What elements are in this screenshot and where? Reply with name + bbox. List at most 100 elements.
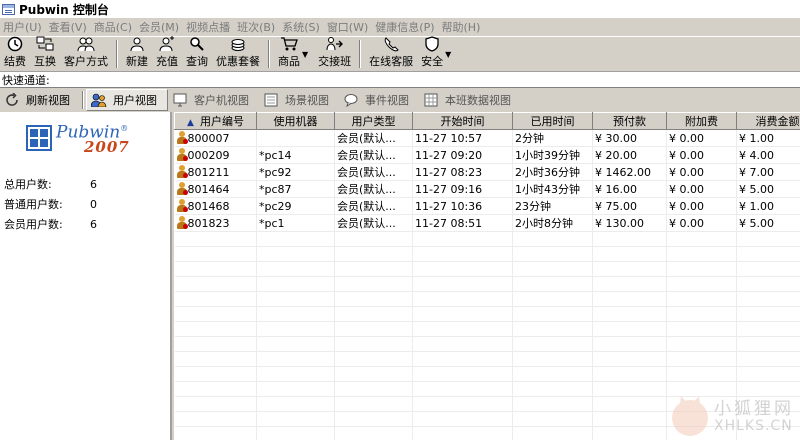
member-user-icon	[176, 165, 188, 178]
query-button[interactable]: 查询	[182, 37, 212, 71]
stat-value: 6	[90, 217, 97, 231]
column-header-start-time[interactable]: 开始时间	[412, 112, 513, 130]
refresh-view-button[interactable]: 刷新视图	[0, 89, 80, 111]
security-label: 安全	[421, 55, 444, 68]
table-row[interactable]: 800007 会员(默认... 11-27 10:57 2分钟 ¥ 30.00 …	[174, 129, 800, 147]
empty-row	[174, 321, 800, 337]
tab-user-view[interactable]: 用户视图	[86, 89, 168, 111]
handover-button[interactable]: 交接班	[314, 37, 355, 71]
stat-member-users: 会员用户数: 6	[0, 214, 170, 234]
user-stats: 总用户数: 6 普通用户数: 0 会员用户数: 6	[0, 174, 170, 234]
security-dropdown-icon[interactable]: ▼	[445, 50, 451, 59]
stat-value: 6	[90, 177, 97, 191]
quick-channel-label: 快速通道:	[2, 73, 50, 87]
stat-normal-users: 普通用户数: 0	[0, 194, 170, 214]
cart-icon	[280, 36, 298, 52]
empty-row	[174, 261, 800, 277]
menu-shift[interactable]: 班次(B)	[236, 19, 281, 35]
checkout-label: 结费	[4, 55, 26, 68]
table-row[interactable]: 000209 *pc14 会员(默认... 11-27 09:20 1小时39分…	[174, 146, 800, 164]
chat-bubble-icon	[343, 93, 359, 107]
column-header-spent[interactable]: 消费金额	[736, 112, 800, 130]
new-user-icon	[128, 36, 146, 52]
goods-button[interactable]: 商品	[274, 37, 304, 71]
menu-user[interactable]: 用户(U)	[2, 19, 48, 35]
menu-view[interactable]: 查看(V)	[48, 19, 93, 35]
app-window-icon	[2, 3, 15, 15]
new-button[interactable]: 新建	[122, 37, 152, 71]
empty-row	[174, 246, 800, 262]
tab-shift-data-view[interactable]: 本班数据视图	[419, 89, 521, 111]
toolbar-separator	[359, 40, 362, 68]
tab-event-view-label: 事件视图	[365, 94, 409, 107]
swap-button[interactable]: 互换	[30, 36, 60, 71]
column-header-used-time[interactable]: 已用时间	[512, 112, 593, 130]
tab-event-view[interactable]: 事件视图	[339, 89, 419, 111]
tab-client-view[interactable]: 客户机视图	[168, 89, 259, 111]
table-row[interactable]: 801468 *pc29 会员(默认... 11-27 10:36 23分钟 ¥…	[174, 197, 800, 215]
menu-health[interactable]: 健康信息(P)	[374, 19, 440, 35]
handover-icon	[326, 36, 344, 52]
recharge-icon	[158, 36, 176, 52]
menu-help[interactable]: 帮助(H)	[441, 19, 487, 35]
menu-video[interactable]: 视频点播	[185, 19, 236, 35]
checkout-button[interactable]: 结费	[0, 36, 30, 71]
empty-row	[174, 381, 800, 397]
menu-member[interactable]: 会员(M)	[138, 19, 185, 35]
swap-label: 互换	[34, 55, 56, 68]
pubwin-logo: Pubwin® 2007	[0, 112, 170, 164]
client-mode-button[interactable]: 客户方式	[60, 37, 112, 71]
goods-dropdown-icon[interactable]: ▼	[302, 50, 308, 59]
discount-meal-label: 优惠套餐	[216, 55, 260, 68]
member-user-icon	[176, 216, 188, 229]
logo-year: 2007	[84, 138, 130, 157]
handover-label: 交接班	[318, 55, 352, 68]
logo-registered: ®	[120, 123, 129, 133]
column-header-user-type[interactable]: 用户类型	[334, 112, 413, 130]
tab-scene-view-label: 场景视图	[285, 94, 329, 107]
users-icon	[77, 36, 95, 52]
recharge-label: 充值	[156, 55, 178, 68]
online-service-label: 在线客服	[369, 55, 414, 68]
clock-icon	[6, 36, 24, 52]
member-user-icon	[176, 131, 188, 144]
client-mode-label: 客户方式	[64, 55, 108, 68]
recharge-button[interactable]: 充值	[152, 36, 182, 71]
empty-row	[174, 306, 800, 322]
table-row[interactable]: 801464 *pc87 会员(默认... 11-27 09:16 1小时43分…	[174, 180, 800, 198]
menu-goods[interactable]: 商品(C)	[93, 19, 138, 35]
window-title: Pubwin 控制台	[19, 2, 109, 17]
member-user-icon	[176, 182, 188, 195]
menu-system[interactable]: 系统(S)	[281, 19, 326, 35]
summary-pane: Pubwin® 2007 总用户数: 6 普通用户数: 0 会员用户数: 6	[0, 112, 172, 440]
stat-value: 0	[90, 197, 97, 211]
empty-row	[174, 231, 800, 247]
empty-row	[174, 276, 800, 292]
table-header-row: ▲ 用户编号 使用机器 用户类型 开始时间 已用时间 预付款 附加费 消费金额	[174, 112, 800, 130]
logo-mark	[26, 125, 52, 151]
column-header-user-id[interactable]: ▲ 用户编号	[174, 112, 257, 130]
menu-bar: 用户(U) 查看(V) 商品(C) 会员(M) 视频点播 班次(B) 系统(S)…	[0, 18, 800, 37]
watermark-cn: 小狐狸网	[714, 399, 794, 419]
view-tabs-bar: 刷新视图 用户视图 客户机视图 场景视图 事件视图 本班数据视图	[0, 88, 800, 112]
logo-text: Pubwin® 2007	[56, 121, 130, 156]
column-header-extra-fee[interactable]: 附加费	[666, 112, 737, 130]
quick-channel-input[interactable]	[49, 72, 800, 87]
stat-label: 普通用户数:	[4, 198, 63, 211]
discount-meal-button[interactable]: 优惠套餐	[212, 37, 264, 71]
refresh-view-label: 刷新视图	[26, 94, 70, 107]
coins-icon	[229, 36, 247, 52]
fox-logo-icon	[672, 400, 708, 436]
security-button[interactable]: 安全	[417, 36, 447, 71]
menu-window[interactable]: 窗口(W)	[326, 19, 374, 35]
member-user-icon	[176, 199, 188, 212]
table-row[interactable]: 801211 *pc92 会员(默认... 11-27 08:23 2小时36分…	[174, 163, 800, 181]
shield-icon	[423, 36, 441, 52]
empty-row	[174, 366, 800, 382]
tab-scene-view[interactable]: 场景视图	[259, 89, 339, 111]
column-header-prepaid[interactable]: 预付款	[592, 112, 667, 130]
query-label: 查询	[186, 55, 208, 68]
online-service-button[interactable]: 在线客服	[365, 37, 417, 71]
table-row[interactable]: 801823 *pc1 会员(默认... 11-27 08:51 2小时8分钟 …	[174, 214, 800, 232]
column-header-machine[interactable]: 使用机器	[256, 112, 335, 130]
